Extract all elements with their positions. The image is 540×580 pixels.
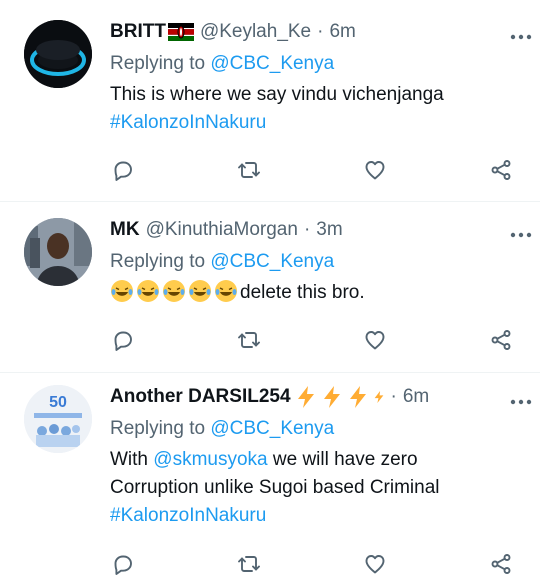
- tweet-text-body: delete this bro.: [240, 282, 365, 303]
- tweet-text: This is where we say vindu vichenjanga: [110, 84, 444, 105]
- tweet-header: BRITT @Keylah_Ke · 6m: [110, 18, 520, 46]
- reply-icon: [114, 161, 132, 181]
- avatar-image: [24, 20, 92, 88]
- reply-button[interactable]: [110, 157, 136, 183]
- share-icon: [491, 160, 511, 180]
- retweet-button[interactable]: [236, 551, 262, 577]
- display-name[interactable]: Another DARSIL254: [110, 386, 291, 408]
- avatar-badge-text: 50: [49, 394, 67, 411]
- replying-to-label: Replying to: [110, 53, 206, 74]
- tweet-text-line-1: With @skmusyoka we will have zero: [110, 446, 520, 474]
- tweet-text-rest: we will have zero: [267, 449, 418, 470]
- avatar-image: [24, 218, 92, 286]
- replying-to-line: Replying to @CBC_Kenya: [110, 50, 520, 78]
- display-name[interactable]: BRITT: [110, 21, 166, 43]
- share-button[interactable]: [488, 327, 514, 353]
- reply-button[interactable]: [110, 551, 136, 577]
- lightning-emoji-icon: [297, 386, 314, 408]
- reply-button[interactable]: [110, 327, 136, 353]
- tweet-1[interactable]: BRITT @Keylah_Ke · 6m Replying to @CBC_K…: [0, 0, 540, 202]
- replying-to-label: Replying to: [110, 418, 206, 439]
- laughing-tears-emoji-icon: [111, 280, 133, 302]
- tweet-actions: [110, 156, 514, 184]
- share-icon: [491, 554, 511, 574]
- more-icon[interactable]: [510, 24, 532, 44]
- handle[interactable]: @Keylah_Ke: [200, 21, 311, 43]
- retweet-icon: [238, 162, 260, 178]
- separator-dot: ·: [317, 21, 324, 42]
- lightning-emoji-icon: [349, 386, 366, 408]
- retweet-icon: [238, 556, 260, 572]
- laughing-tears-emoji-icon: [137, 280, 159, 302]
- tweet-actions: [110, 550, 514, 578]
- like-button[interactable]: [362, 327, 388, 353]
- replying-to-line: Replying to @CBC_Kenya: [110, 248, 520, 276]
- laughing-tears-emoji-icon: [215, 280, 237, 302]
- timestamp[interactable]: 6m: [329, 21, 355, 43]
- tweet-text-prefix: With: [110, 449, 148, 470]
- separator-dot: ·: [303, 219, 311, 240]
- avatar-image: 50: [24, 385, 92, 453]
- retweet-button[interactable]: [236, 157, 262, 183]
- avatar[interactable]: [24, 20, 92, 88]
- like-button[interactable]: [362, 157, 388, 183]
- separator-dot: ·: [390, 386, 397, 407]
- handle[interactable]: @KinuthiaMorgan: [146, 219, 298, 241]
- lightning-emoji-icon: [374, 391, 383, 403]
- share-button[interactable]: [488, 157, 514, 183]
- reply-icon: [114, 555, 132, 575]
- timestamp[interactable]: 6m: [403, 386, 429, 408]
- tweet-header: Another DARSIL254 · 6m: [110, 383, 520, 411]
- tweet-2[interactable]: MK @KinuthiaMorgan · 3m Replying to @CBC…: [0, 202, 540, 373]
- hashtag-link[interactable]: #KalonzoInNakuru: [110, 502, 520, 530]
- replying-to-label: Replying to: [110, 251, 206, 272]
- avatar[interactable]: 50: [24, 385, 92, 453]
- display-name[interactable]: MK: [110, 219, 140, 241]
- lightning-emoji-icon: [323, 386, 340, 408]
- tweet-3[interactable]: 50 Another DARSIL254 · 6m Replying to @C…: [0, 373, 540, 580]
- like-icon: [365, 161, 385, 180]
- tweet-header: MK @KinuthiaMorgan · 3m: [110, 216, 520, 244]
- mention-link[interactable]: @skmusyoka: [153, 449, 267, 470]
- share-button[interactable]: [488, 551, 514, 577]
- replying-to-line: Replying to @CBC_Kenya: [110, 415, 520, 443]
- avatar[interactable]: [24, 218, 92, 286]
- tweet-text: delete this bro.: [110, 279, 520, 307]
- more-icon[interactable]: [510, 389, 532, 409]
- like-button[interactable]: [362, 551, 388, 577]
- reply-mention-link[interactable]: @CBC_Kenya: [210, 53, 334, 74]
- retweet-icon: [238, 332, 260, 348]
- more-icon[interactable]: [510, 222, 532, 242]
- reply-icon: [114, 331, 132, 351]
- tweet-actions: [110, 326, 514, 354]
- reply-mention-link[interactable]: @CBC_Kenya: [210, 251, 334, 272]
- laughing-tears-emoji-icon: [189, 280, 211, 302]
- like-icon: [365, 555, 385, 574]
- timestamp[interactable]: 3m: [316, 219, 342, 241]
- like-icon: [365, 331, 385, 350]
- laughing-tears-emoji-icon: [163, 280, 185, 302]
- tweet-text-line-2: Corruption unlike Sugoi based Criminal: [110, 477, 440, 498]
- share-icon: [491, 330, 511, 350]
- hashtag-link[interactable]: #KalonzoInNakuru: [110, 109, 520, 137]
- reply-mention-link[interactable]: @CBC_Kenya: [210, 418, 334, 439]
- kenya-flag-icon: [167, 23, 194, 41]
- retweet-button[interactable]: [236, 327, 262, 353]
